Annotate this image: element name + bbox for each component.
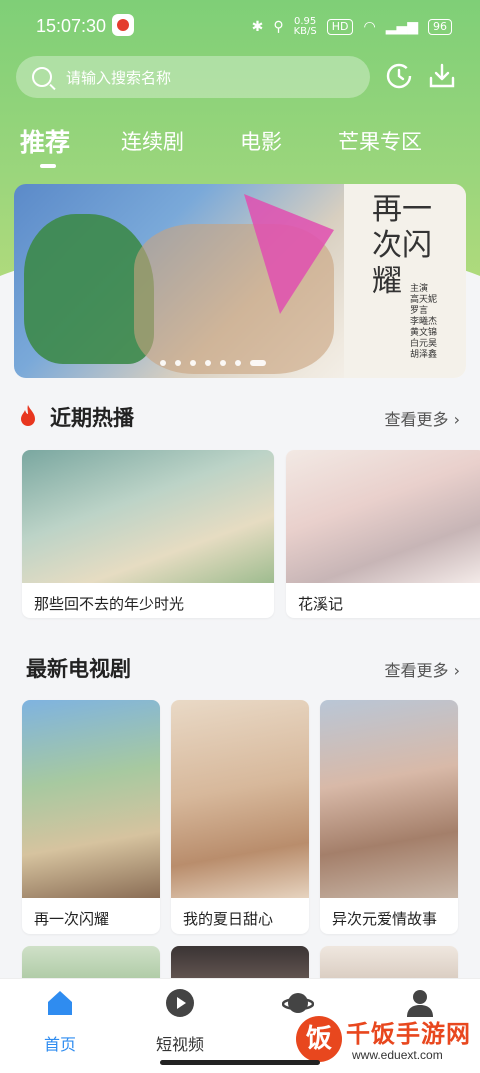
pagination-dot[interactable]: [190, 360, 196, 366]
watermark-emblem: 饭: [296, 1016, 342, 1062]
download-icon[interactable]: [428, 62, 456, 90]
banner-pagination: [160, 360, 266, 366]
search-icon: [32, 67, 52, 87]
recent-card[interactable]: 那些回不去的年少时光: [22, 450, 274, 618]
poster-image: [320, 700, 458, 898]
poster-image: [286, 450, 480, 583]
nav-short-video[interactable]: 短视频: [140, 987, 220, 1054]
tab-indicator: [40, 164, 56, 168]
poster-image: [171, 700, 309, 898]
banner-cast: 主演 高天妮 罗言 李曦杰 黄文锦 白元昊 胡泽鑫: [410, 284, 438, 360]
status-time: 15:07:30: [36, 16, 107, 36]
network-speed: 0.95 KB/S: [293, 16, 317, 37]
poster-image: [22, 700, 160, 898]
poster-image: [22, 450, 274, 583]
latest-tv-section-header: 最新电视剧 查看更多 ›: [0, 651, 480, 687]
card-title: 异次元爱情故事: [332, 910, 438, 928]
tv-card[interactable]: 再一次闪耀: [22, 700, 160, 934]
pagination-dot[interactable]: [175, 360, 181, 366]
tv-card[interactable]: 我的夏日甜心: [171, 700, 309, 934]
battery-indicator: 96: [428, 19, 452, 35]
view-more-link[interactable]: 查看更多 ›: [385, 406, 461, 430]
tab-series[interactable]: 连续剧: [121, 126, 184, 156]
home-icon: [48, 991, 72, 1015]
pagination-dot[interactable]: [160, 360, 166, 366]
recent-section-header: 近期热播 查看更多 ›: [0, 400, 480, 436]
card-title: 再一次闪耀: [34, 910, 110, 928]
tab-recommend[interactable]: 推荐: [20, 123, 70, 159]
recent-card[interactable]: 花溪记: [286, 450, 480, 618]
view-more-link[interactable]: 查看更多 ›: [385, 657, 461, 681]
history-icon[interactable]: [386, 63, 412, 89]
card-title: 那些回不去的年少时光: [34, 595, 185, 613]
nav-label: 首页: [43, 1035, 76, 1054]
featured-banner[interactable]: 再一次闪耀 主演 高天妮 罗言 李曦杰 黄文锦 白元昊 胡泽鑫: [14, 184, 466, 378]
pagination-dot[interactable]: [235, 360, 241, 366]
wifi-icon: ◠: [363, 19, 376, 35]
status-bar: 15:07:30 ✱ ⚲ 0.95 KB/S HD ◠ ▂▄▆ 96: [0, 0, 480, 54]
pagination-dot[interactable]: [220, 360, 226, 366]
tab-movies[interactable]: 电影: [240, 126, 282, 156]
nav-label: 短视频: [155, 1035, 204, 1054]
hd-badge: HD: [326, 19, 354, 35]
watermark-url: www.eduext.com: [352, 1048, 443, 1062]
search-bar[interactable]: 请输入搜索名称: [16, 56, 370, 98]
view-more-label: 查看更多: [384, 661, 449, 680]
card-title: 花溪记: [298, 595, 344, 613]
watermark-logo: 饭 千饭手游网 www.eduext.com: [296, 1010, 476, 1068]
category-tabs: 推荐 连续剧 电影 芒果专区: [0, 118, 480, 166]
nav-home[interactable]: 首页: [20, 987, 100, 1054]
section-title: 近期热播: [50, 406, 134, 430]
status-icons: ✱ ⚲ 0.95 KB/S HD ◠ ▂▄▆ 96: [252, 17, 452, 37]
location-icon: ⚲: [273, 19, 284, 35]
view-more-label: 查看更多: [384, 410, 449, 429]
tab-mango-zone[interactable]: 芒果专区: [338, 126, 422, 156]
watermark-text: 千饭手游网: [346, 1020, 471, 1048]
signal-icon: ▂▄▆: [385, 19, 418, 35]
play-icon: [166, 989, 194, 1017]
tv-card[interactable]: 异次元爱情故事: [320, 700, 458, 934]
gesture-home-bar[interactable]: [160, 1060, 320, 1065]
bluetooth-icon: ✱: [251, 19, 264, 35]
app-notification-icon: [112, 14, 134, 36]
fire-icon: [21, 405, 35, 426]
pagination-dot-active[interactable]: [250, 360, 266, 366]
pagination-dot[interactable]: [205, 360, 211, 366]
card-title: 我的夏日甜心: [183, 910, 274, 928]
section-title: 最新电视剧: [26, 657, 131, 681]
search-placeholder: 请输入搜索名称: [66, 68, 172, 87]
